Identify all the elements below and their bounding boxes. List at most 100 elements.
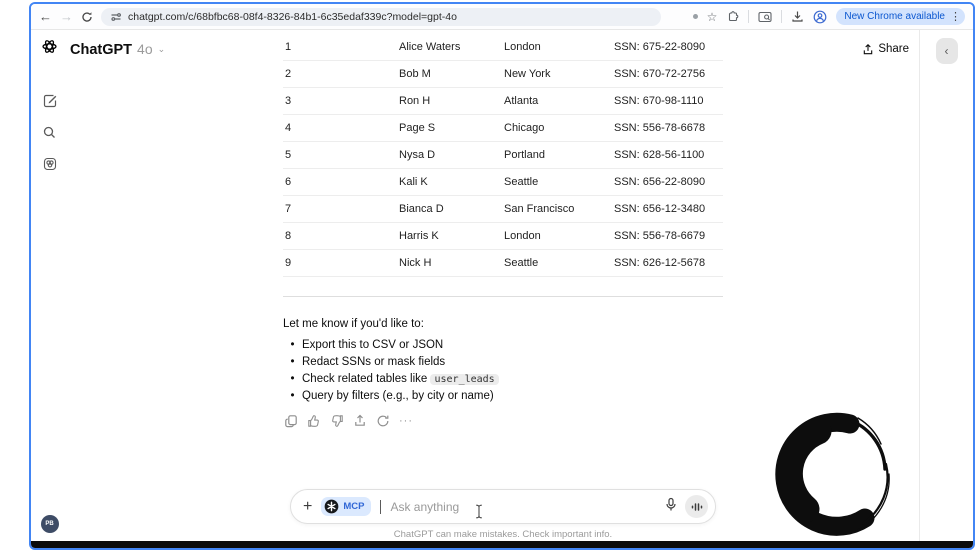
bullet-dot: •: [290, 356, 295, 368]
share-button[interactable]: Share: [862, 43, 909, 56]
cell-city: Seattle: [504, 257, 539, 269]
cell-name: Alice Waters: [399, 41, 461, 53]
right-panel: ‹: [919, 30, 973, 541]
table-row: 5 Nysa D Portland SSN: 628-56-1100: [283, 142, 723, 169]
table-row: 6 Kali K Seattle SSN: 656-22-8090: [283, 169, 723, 196]
cell-ssn: SSN: 670-98-1110: [614, 95, 704, 107]
more-actions-icon[interactable]: ···: [399, 415, 413, 427]
cell-name: Ron H: [399, 95, 431, 107]
side-panel-icon[interactable]: [758, 11, 772, 23]
bottom-black-bar: [31, 541, 973, 548]
assistant-message: 1 Alice Waters London SSN: 675-22-8090 2 Bob …: [283, 34, 723, 428]
suggestion-text: Check related tables like user_leads: [302, 371, 499, 388]
cell-number: 9: [285, 257, 292, 269]
cell-city: London: [504, 230, 541, 242]
copy-icon[interactable]: [284, 414, 298, 428]
browser-toolbar: ← → chatgpt.com/c/68bfbc68-08f4-8326-84b…: [31, 4, 973, 30]
model-label: 4o: [137, 40, 153, 57]
message-intro: Let me know if you'd like to:: [283, 318, 424, 330]
thumbs-down-icon[interactable]: [330, 414, 344, 428]
regenerate-icon[interactable]: [376, 414, 390, 428]
cell-name: Bianca D: [399, 203, 444, 215]
cell-ssn: SSN: 556-78-6679: [614, 230, 706, 242]
cell-ssn: SSN: 628-56-1100: [614, 149, 705, 161]
table-row: 9 Nick H Seattle SSN: 626-12-5678: [283, 250, 723, 277]
back-icon[interactable]: ←: [39, 10, 52, 23]
mcp-icon: [325, 499, 339, 514]
cell-ssn: SSN: 675-22-8090: [614, 41, 706, 53]
voice-mode-button[interactable]: [685, 495, 708, 518]
url-bar[interactable]: chatgpt.com/c/68bfbc68-08f4-8326-84b1-6c…: [101, 7, 661, 26]
cell-number: 3: [285, 95, 292, 107]
download-icon[interactable]: [791, 10, 804, 23]
cell-number: 2: [285, 68, 292, 80]
thumbs-up-icon[interactable]: [307, 414, 321, 428]
share-response-icon[interactable]: [353, 414, 367, 428]
cell-ssn: SSN: 656-12-3480: [614, 203, 706, 215]
mouse-ibeam-cursor: [475, 504, 483, 524]
cell-name: Nysa D: [399, 149, 436, 161]
cell-ssn: SSN: 556-78-6678: [614, 122, 706, 134]
cell-name: Nick H: [399, 257, 432, 269]
openai-logo-icon[interactable]: [41, 38, 58, 60]
table-row: 8 Harris K London SSN: 556-78-6679: [283, 223, 723, 250]
search-icon[interactable]: [43, 126, 56, 144]
cell-city: London: [504, 41, 541, 53]
cell-name: Harris K: [399, 230, 439, 242]
attach-plus-icon[interactable]: +: [303, 498, 312, 516]
collapse-panel-button[interactable]: ‹: [935, 38, 958, 64]
cell-number: 8: [285, 230, 292, 242]
chat-main: ChatGPT 4o ⌄ Share 1 Alice Waters London SS…: [68, 30, 919, 541]
suggestion-list: • Export this to CSV or JSON • Redact SSNs …: [283, 337, 723, 405]
cell-name: Bob M: [399, 68, 431, 80]
chrome-update-badge[interactable]: New Chrome available ⋮: [836, 8, 965, 25]
table-row: 3 Ron H Atlanta SSN: 670-98-1110: [283, 88, 723, 115]
suggestion-text: Export this to CSV or JSON: [302, 339, 444, 351]
profile-icon[interactable]: [813, 10, 827, 24]
cell-number: 4: [285, 122, 292, 134]
bookmark-star-icon[interactable]: ☆: [707, 10, 718, 24]
library-icon[interactable]: [43, 157, 57, 176]
results-table: 1 Alice Waters London SSN: 675-22-8090 2 Bob …: [283, 34, 723, 277]
user-avatar[interactable]: PB: [40, 515, 59, 533]
new-chat-icon[interactable]: [43, 94, 57, 113]
model-selector[interactable]: ChatGPT 4o ⌄: [70, 41, 165, 58]
cell-number: 7: [285, 203, 292, 215]
site-settings-icon[interactable]: [110, 11, 122, 23]
mic-icon[interactable]: [664, 497, 678, 517]
toolbar-actions: ☆ New Chrome available ⋮: [692, 8, 965, 25]
url-text[interactable]: chatgpt.com/c/68bfbc68-08f4-8326-84b1-6c…: [128, 11, 457, 23]
message-actions: ···: [284, 414, 723, 428]
chrome-update-label: New Chrome available: [844, 11, 945, 22]
cell-city: Chicago: [504, 122, 545, 134]
disclaimer-text: ChatGPT can make mistakes. Check importa…: [393, 529, 613, 540]
cell-city: San Francisco: [504, 203, 575, 215]
composer-placeholder: Ask anything: [390, 499, 460, 514]
message-composer[interactable]: + MCP Ask anything: [290, 489, 716, 524]
bullet-dot: •: [290, 339, 295, 351]
cell-name: Page S: [399, 122, 436, 134]
share-icon: [864, 43, 873, 54]
cell-number: 6: [285, 176, 292, 188]
suggestion-item: • Query by filters (e.g., by city or name…: [283, 388, 723, 405]
cell-city: Seattle: [504, 176, 539, 188]
cell-city: Portland: [504, 149, 545, 161]
cell-ssn: SSN: 670-72-2756: [614, 68, 706, 80]
suggestion-item: • Redact SSNs or mask fields: [283, 354, 723, 371]
bullet-dot: •: [290, 390, 295, 402]
waveform-icon: [691, 502, 702, 511]
extensions-icon[interactable]: [726, 10, 739, 23]
chevron-down-icon: ⌄: [157, 43, 166, 54]
reload-icon[interactable]: [81, 11, 93, 23]
table-row: 2 Bob M New York SSN: 670-72-2756: [283, 61, 723, 88]
browser-window: ← → chatgpt.com/c/68bfbc68-08f4-8326-84b…: [29, 2, 975, 550]
suggestion-item: • Export this to CSV or JSON: [283, 337, 723, 354]
table-row: 4 Page S Chicago SSN: 556-78-6678: [283, 115, 723, 142]
cell-number: 1: [285, 41, 292, 53]
text-caret: [380, 499, 382, 514]
mcp-badge[interactable]: MCP: [321, 497, 372, 516]
browser-menu-icon[interactable]: ⋮: [950, 10, 961, 23]
cell-number: 5: [285, 149, 292, 161]
share-label: Share: [878, 43, 909, 55]
suggestion-text: Redact SSNs or mask fields: [302, 356, 446, 368]
